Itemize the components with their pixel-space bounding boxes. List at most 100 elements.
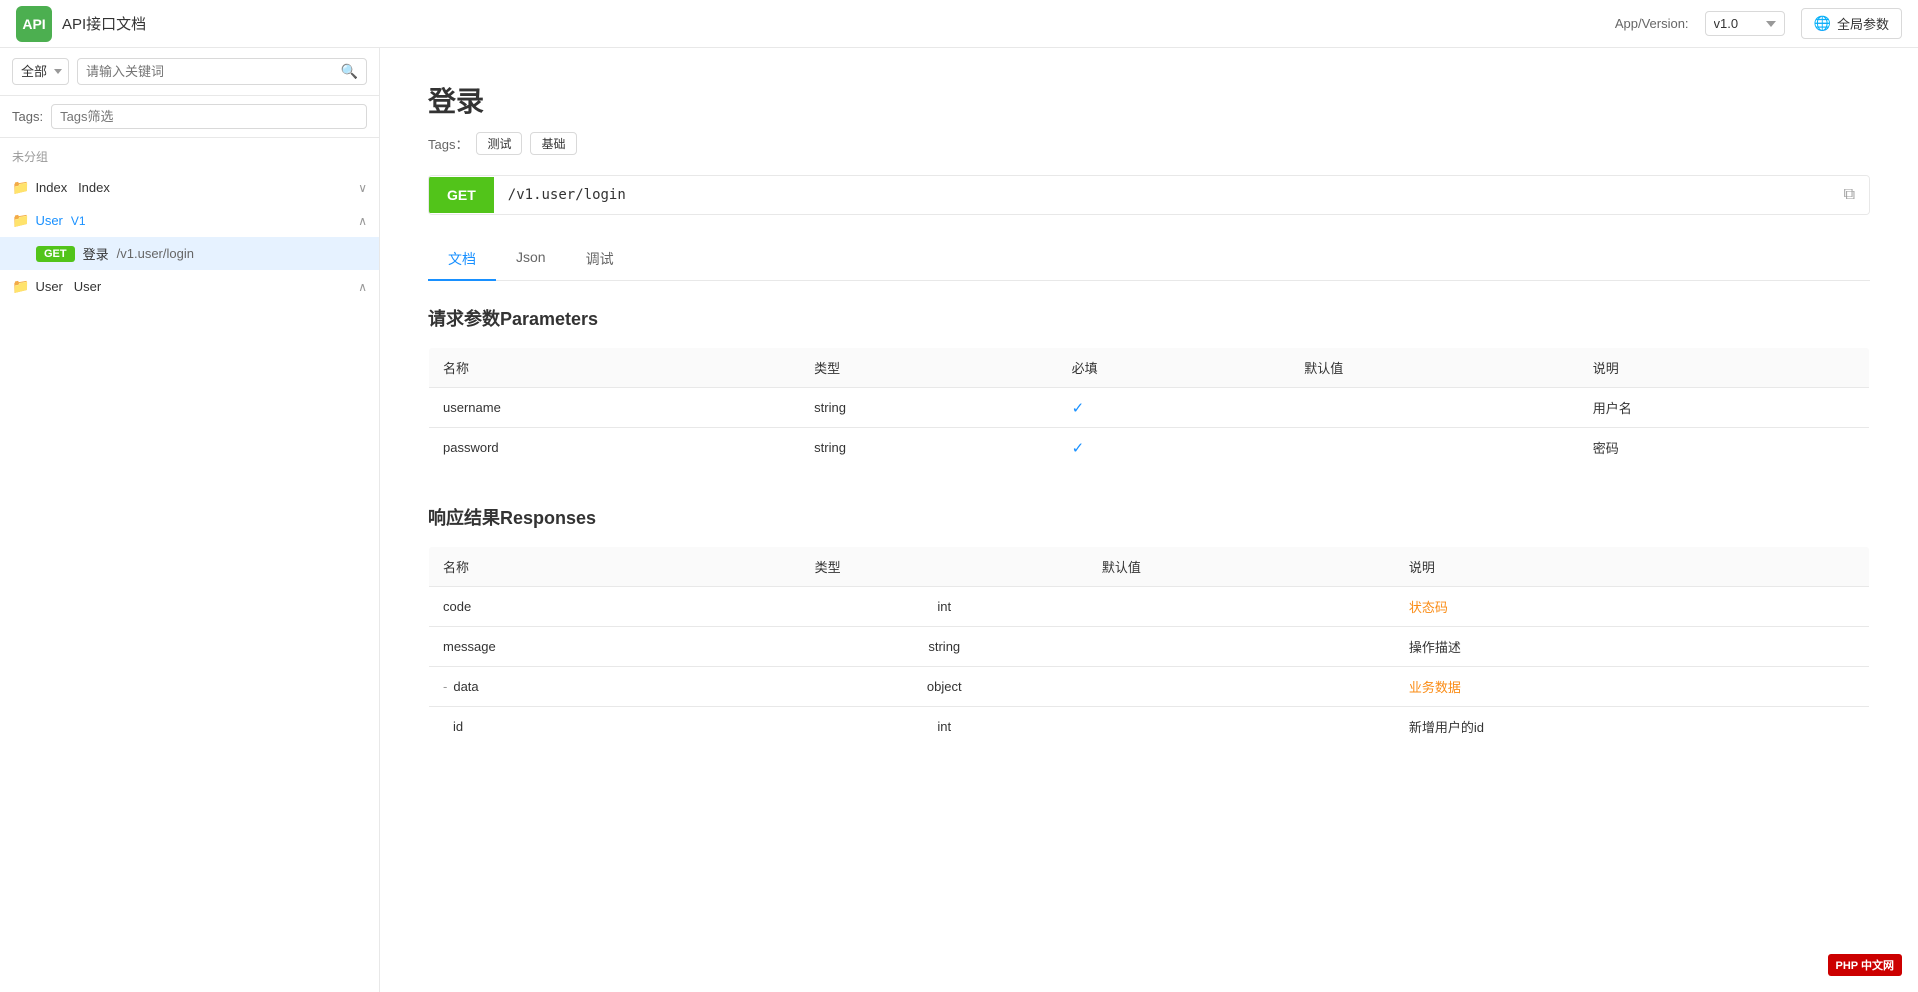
search-input[interactable] — [86, 64, 335, 79]
tag-badge-basic: 基础 — [530, 132, 576, 155]
version-label: App/Version: — [1615, 16, 1689, 31]
sidebar-item-user-v1[interactable]: 📁 User V1 ∧ — [0, 204, 379, 237]
tab-docs[interactable]: 文档 — [428, 239, 496, 281]
request-params-table: 名称 类型 必填 默认值 说明 username string ✓ 用户名 pa… — [428, 347, 1870, 468]
tags-row: Tags： 测试 基础 — [428, 132, 1870, 155]
sidebar: 全部 🔍 Tags: 未分组 📁 Index Index ∨ 📁 User — [0, 48, 380, 992]
request-section-title: 请求参数Parameters — [428, 305, 1870, 331]
tab-json[interactable]: Json — [496, 239, 566, 281]
res-name: -data — [429, 667, 801, 707]
table-row: message string 操作描述 — [429, 627, 1870, 667]
param-name: password — [429, 428, 801, 468]
res-name: id — [429, 707, 801, 747]
chevron-down-icon: ∨ — [358, 181, 367, 195]
col-header-desc: 说明 — [1579, 348, 1870, 388]
param-default — [1290, 388, 1579, 428]
col-header-default: 默认值 — [1290, 348, 1579, 388]
category-select[interactable]: 全部 — [12, 58, 69, 85]
chevron-up-icon: ∧ — [358, 214, 367, 228]
table-row: -data object 业务数据 — [429, 667, 1870, 707]
res-desc: 新增用户的id — [1395, 707, 1870, 747]
sidebar-item-user-group-label: User User — [35, 279, 101, 294]
endpoint-path: /v1.user/login — [494, 177, 1830, 213]
res-type: int — [801, 707, 1088, 747]
top-header: API API接口文档 App/Version: v1.0 🌐 全局参数 — [0, 0, 1918, 48]
check-icon: ✓ — [1072, 440, 1085, 457]
tags-input[interactable] — [51, 104, 367, 129]
endpoint-bar: GET /v1.user/login ⧉ — [428, 175, 1870, 215]
res-desc: 操作描述 — [1395, 627, 1870, 667]
res-name: message — [429, 627, 801, 667]
response-table: 名称 类型 默认值 说明 code int 状态码 message string — [428, 546, 1870, 747]
tags-label: Tags: — [12, 109, 43, 124]
collapse-icon[interactable]: - — [443, 679, 447, 694]
api-item-name: 登录 — [83, 244, 109, 263]
param-default — [1290, 428, 1579, 468]
sidebar-list: 未分组 📁 Index Index ∨ 📁 User V1 ∧ GET 登录 /… — [0, 138, 379, 992]
res-type: object — [801, 667, 1088, 707]
res-col-desc: 说明 — [1395, 547, 1870, 587]
res-col-name: 名称 — [429, 547, 801, 587]
copy-button[interactable]: ⧉ — [1830, 176, 1869, 214]
header-right: App/Version: v1.0 🌐 全局参数 — [1615, 8, 1902, 39]
param-required: ✓ — [1058, 428, 1291, 468]
tag-badge-test: 测试 — [476, 132, 522, 155]
method-badge-get: GET — [36, 246, 75, 262]
col-header-name: 名称 — [429, 348, 801, 388]
search-input-wrap: 🔍 — [77, 58, 367, 85]
sidebar-api-login[interactable]: GET 登录 /v1.user/login — [0, 237, 379, 270]
header-left: API API接口文档 — [16, 6, 146, 42]
res-default — [1088, 627, 1395, 667]
php-badge: PHP 中文网 — [1828, 954, 1902, 976]
res-default — [1088, 707, 1395, 747]
version-select[interactable]: v1.0 — [1705, 11, 1785, 36]
table-row: code int 状态码 — [429, 587, 1870, 627]
res-type: int — [801, 587, 1088, 627]
res-type: string — [801, 627, 1088, 667]
res-col-type: 类型 — [801, 547, 1088, 587]
sidebar-search-bar: 全部 🔍 — [0, 48, 379, 96]
folder-icon-user: 📁 — [12, 212, 29, 229]
page-title: 登录 — [428, 80, 1870, 120]
method-button[interactable]: GET — [429, 177, 494, 213]
folder-icon: 📁 — [12, 179, 29, 196]
res-col-default: 默认值 — [1088, 547, 1395, 587]
globe-icon: 🌐 — [1814, 15, 1831, 32]
group-label: 未分组 — [0, 138, 379, 171]
sidebar-item-index[interactable]: 📁 Index Index ∨ — [0, 171, 379, 204]
sidebar-item-index-label: Index Index — [35, 180, 109, 195]
sidebar-item-user-version: V1 — [71, 214, 86, 228]
sidebar-item-user-label: User — [35, 213, 62, 228]
param-desc: 密码 — [1579, 428, 1870, 468]
global-params-button[interactable]: 🌐 全局参数 — [1801, 8, 1902, 39]
logo: API — [16, 6, 52, 42]
main-content: 登录 Tags： 测试 基础 GET /v1.user/login ⧉ 文档 J… — [380, 48, 1918, 992]
param-type: string — [800, 428, 1057, 468]
res-default — [1088, 667, 1395, 707]
response-section-title: 响应结果Responses — [428, 504, 1870, 530]
search-icon: 🔍 — [341, 63, 358, 80]
param-type: string — [800, 388, 1057, 428]
res-default — [1088, 587, 1395, 627]
table-row: password string ✓ 密码 — [429, 428, 1870, 468]
tags-row-label: Tags： — [428, 134, 468, 153]
layout: 全部 🔍 Tags: 未分组 📁 Index Index ∨ 📁 User — [0, 48, 1918, 992]
res-name: code — [429, 587, 801, 627]
check-icon: ✓ — [1072, 400, 1085, 417]
res-desc: 状态码 — [1395, 587, 1870, 627]
col-header-type: 类型 — [800, 348, 1057, 388]
param-desc: 用户名 — [1579, 388, 1870, 428]
tab-debug[interactable]: 调试 — [566, 239, 634, 281]
folder-icon-user2: 📁 — [12, 278, 29, 295]
param-name: username — [429, 388, 801, 428]
tags-bar: Tags: — [0, 96, 379, 138]
param-required: ✓ — [1058, 388, 1291, 428]
content-tabs: 文档 Json 调试 — [428, 239, 1870, 281]
col-header-required: 必填 — [1058, 348, 1291, 388]
sidebar-item-user-group[interactable]: 📁 User User ∧ — [0, 270, 379, 303]
table-row: username string ✓ 用户名 — [429, 388, 1870, 428]
app-title: API接口文档 — [62, 13, 146, 34]
chevron-up-icon-2: ∧ — [358, 280, 367, 294]
res-desc: 业务数据 — [1395, 667, 1870, 707]
api-item-path: /v1.user/login — [117, 246, 194, 261]
